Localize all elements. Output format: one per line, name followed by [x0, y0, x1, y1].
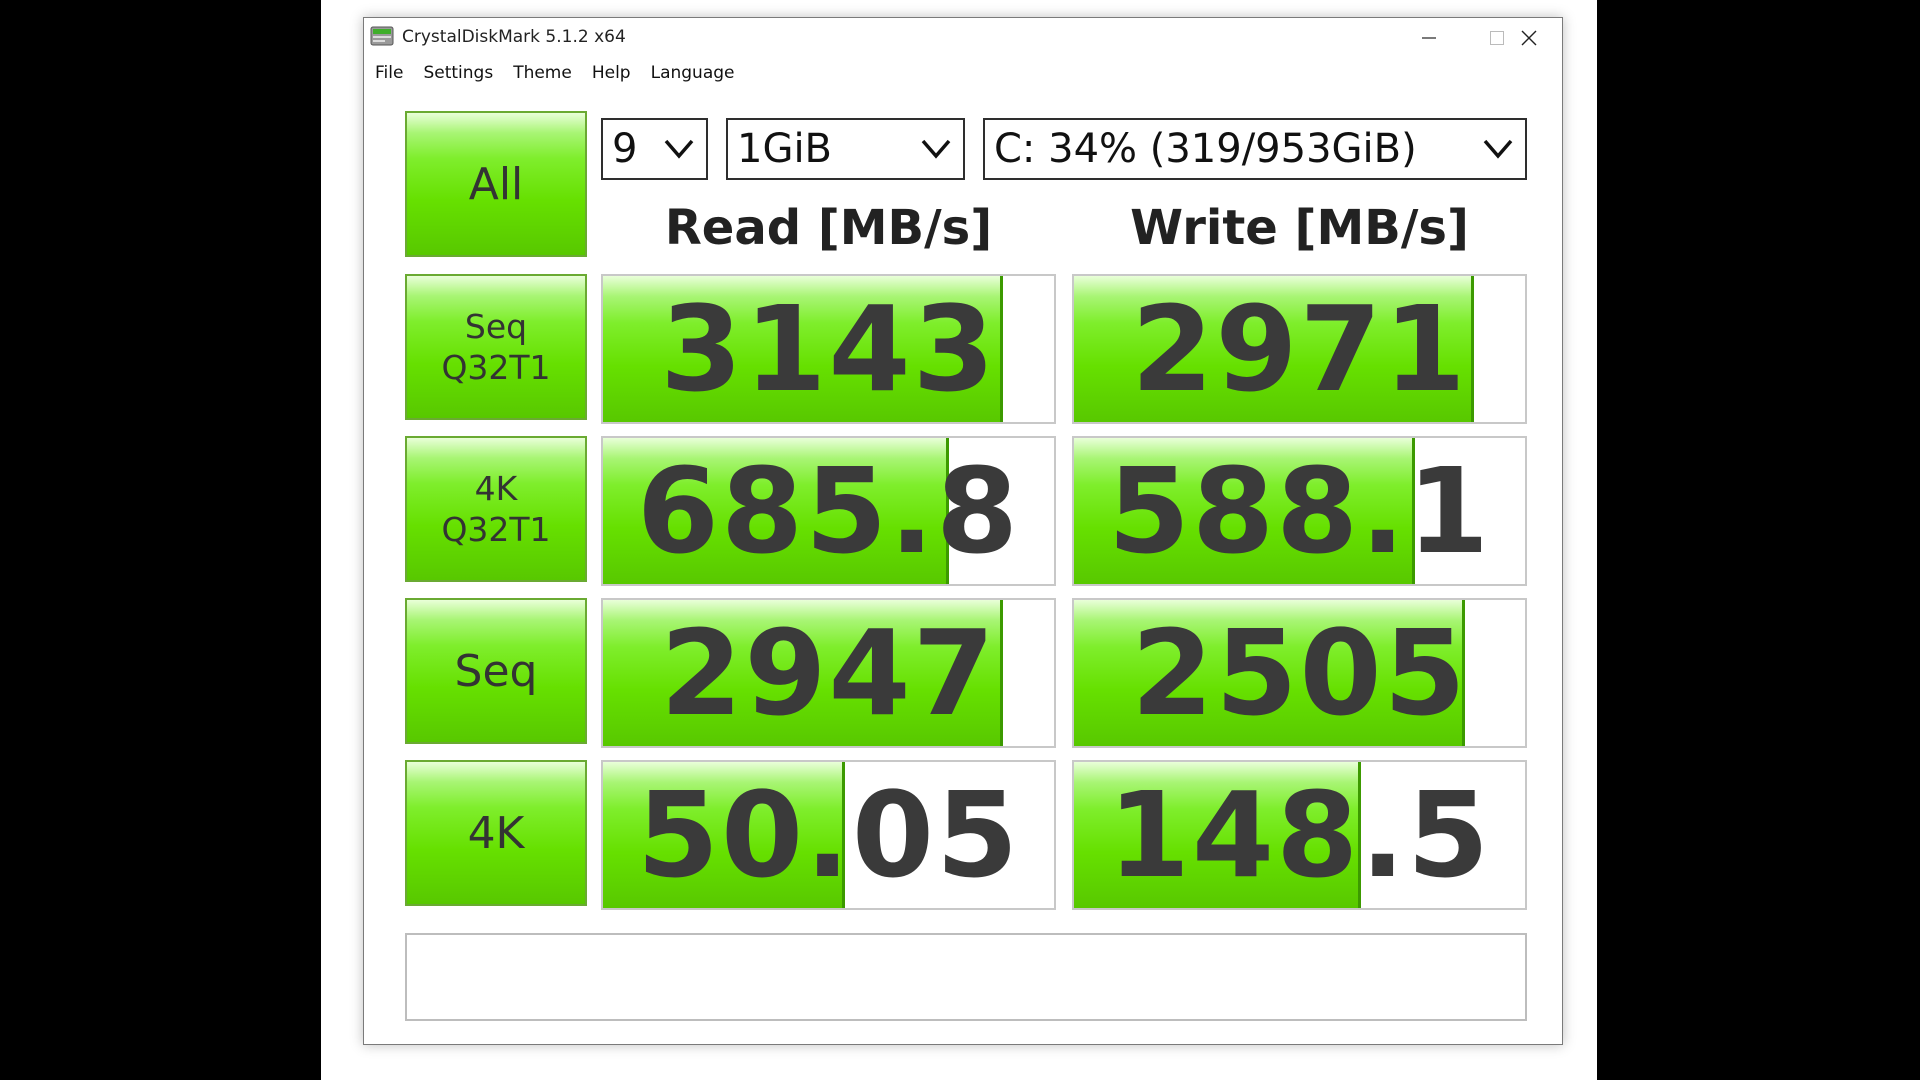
test-size-select[interactable]: 1GiB — [726, 118, 965, 180]
close-button[interactable] — [1495, 18, 1563, 58]
4k-q32t1-label: 4K Q32T1 — [441, 468, 551, 549]
write-header: Write [MB/s] — [1130, 200, 1469, 256]
seq-read-cell: 2947 — [601, 598, 1056, 748]
seq-q32t1-write-value: 2971 — [1131, 280, 1468, 418]
seq-q32t1-write-cell: 2971 — [1072, 274, 1527, 424]
drive-value: C: 34% (319/953GiB) — [994, 126, 1417, 172]
all-button-label: All — [468, 158, 524, 210]
4k-button[interactable]: 4K — [405, 760, 587, 906]
4k-q32t1-button[interactable]: 4K Q32T1 — [405, 436, 587, 582]
4k-q32t1-write-value: 588.1 — [1107, 442, 1492, 580]
menu-help[interactable]: Help — [582, 63, 641, 83]
chevron-down-icon — [664, 139, 694, 159]
seq-q32t1-label: Seq Q32T1 — [441, 306, 551, 387]
4k-q32t1-write-cell: 588.1 — [1072, 436, 1527, 586]
seq-read-value: 2947 — [660, 604, 997, 742]
test-size-value: 1GiB — [737, 126, 832, 172]
4k-write-cell: 148.5 — [1072, 760, 1527, 910]
seq-write-value: 2505 — [1131, 604, 1468, 742]
4k-write-value: 148.5 — [1107, 766, 1492, 904]
4k-q32t1-read-value: 685.8 — [636, 442, 1021, 580]
title-bar[interactable]: CrystalDiskMark 5.1.2 x64 — [364, 18, 1562, 58]
drive-select[interactable]: C: 34% (319/953GiB) — [983, 118, 1527, 180]
menu-file[interactable]: File — [364, 63, 413, 83]
test-count-value: 9 — [612, 126, 638, 172]
read-header: Read [MB/s] — [664, 200, 993, 256]
all-button[interactable]: All — [405, 111, 587, 257]
chevron-down-icon — [1483, 139, 1513, 159]
minimize-icon — [1422, 37, 1436, 39]
seq-q32t1-button[interactable]: Seq Q32T1 — [405, 274, 587, 420]
menu-theme[interactable]: Theme — [503, 63, 582, 83]
window-title: CrystalDiskMark 5.1.2 x64 — [402, 27, 626, 47]
comment-input[interactable] — [405, 933, 1527, 1021]
test-count-select[interactable]: 9 — [601, 118, 708, 180]
4k-label: 4K — [467, 807, 525, 859]
4k-read-cell: 50.05 — [601, 760, 1056, 910]
seq-write-cell: 2505 — [1072, 598, 1527, 748]
menu-language[interactable]: Language — [641, 63, 745, 83]
app-disk-icon — [370, 26, 394, 46]
menu-bar: File Settings Theme Help Language — [364, 58, 1562, 88]
seq-label: Seq — [454, 645, 538, 697]
close-icon — [1521, 30, 1537, 46]
chevron-down-icon — [921, 139, 951, 159]
menu-settings[interactable]: Settings — [413, 63, 503, 83]
4k-q32t1-read-cell: 685.8 — [601, 436, 1056, 586]
seq-button[interactable]: Seq — [405, 598, 587, 744]
4k-read-value: 50.05 — [636, 766, 1021, 904]
seq-q32t1-read-cell: 3143 — [601, 274, 1056, 424]
seq-q32t1-read-value: 3143 — [660, 280, 997, 418]
minimize-button[interactable] — [1395, 18, 1463, 58]
app-window: CrystalDiskMark 5.1.2 x64 File Settings … — [363, 17, 1563, 1045]
